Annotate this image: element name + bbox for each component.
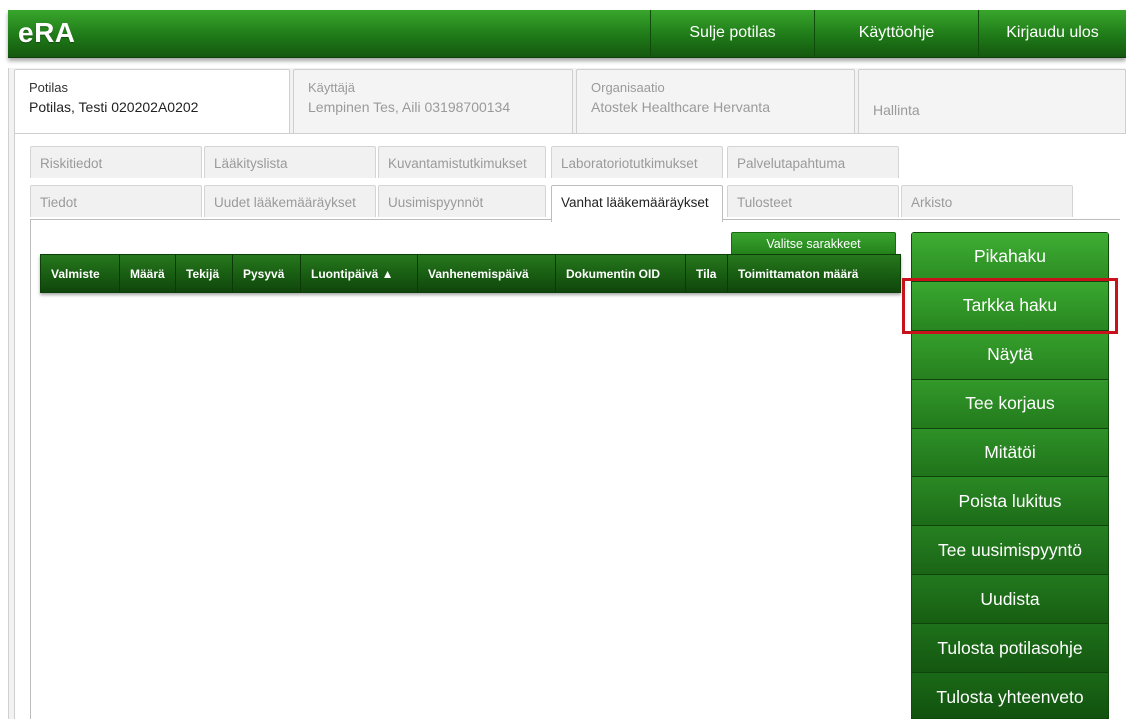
tab-kuvantamistutkimukset[interactable]: Kuvantamistutkimukset <box>378 146 546 178</box>
column-header-valmiste[interactable]: Valmiste <box>41 255 120 292</box>
tab-arkisto[interactable]: Arkisto <box>901 185 1073 217</box>
tab-laboratoriotutkimukset[interactable]: Laboratoriotutkimukset <box>551 146 723 178</box>
context-tab-admin[interactable]: Hallinta <box>858 69 1126 133</box>
tulosta-yhteenveto-button[interactable]: Tulosta yhteenveto <box>912 673 1108 718</box>
tee-uusimispyynto-button[interactable]: Tee uusimispyyntö <box>912 526 1108 576</box>
close-patient-button[interactable]: Sulje potilas <box>650 10 814 56</box>
mitatoi-button[interactable]: Mitätöi <box>912 428 1108 478</box>
tab-riskitiedot[interactable]: Riskitiedot <box>30 146 202 178</box>
tab-tiedot[interactable]: Tiedot <box>30 185 202 217</box>
logout-button[interactable]: Kirjaudu ulos <box>978 10 1126 56</box>
column-header-tila[interactable]: Tila <box>686 255 728 292</box>
pikahaku-button[interactable]: Pikahaku <box>912 233 1108 282</box>
column-header-tekija[interactable]: Tekijä <box>176 255 233 292</box>
context-tab-value: Lempinen Tes, Aili 03198700134 <box>308 99 511 115</box>
context-tab-value: Atostek Healthcare Hervanta <box>591 99 770 115</box>
action-button-panel: Pikahaku Tarkka haku Näytä Tee korjaus M… <box>911 232 1109 719</box>
context-tab-organisation[interactable]: Organisaatio Atostek Healthcare Hervanta <box>576 69 855 133</box>
uudista-button[interactable]: Uudista <box>912 575 1108 625</box>
choose-columns-button[interactable]: Valitse sarakkeet <box>731 232 896 255</box>
column-header-toimittamaton-maara[interactable]: Toimittamaton määrä <box>728 255 900 292</box>
column-header-luontipaiva[interactable]: Luontipäivä ▲ <box>301 255 418 292</box>
prescription-table-header: Valmiste Määrä Tekijä Pysyvä Luontipäivä… <box>40 254 901 293</box>
context-tab-label: Potilas <box>29 80 69 95</box>
column-header-pysyva[interactable]: Pysyvä <box>233 255 301 292</box>
tab-palvelutapahtuma[interactable]: Palvelutapahtuma <box>727 146 899 178</box>
tab-uusimispyynnot[interactable]: Uusimispyynnöt <box>378 185 546 217</box>
column-header-dokumentin-oid[interactable]: Dokumentin OID <box>556 255 686 292</box>
column-header-vanhenemispaiva[interactable]: Vanhenemispäivä <box>418 255 556 292</box>
user-guide-link[interactable]: Käyttöohje <box>814 10 978 56</box>
column-header-maara[interactable]: Määrä <box>120 255 176 292</box>
context-tab-user[interactable]: Käyttäjä Lempinen Tes, Aili 03198700134 <box>293 69 573 133</box>
tab-laakityslista[interactable]: Lääkityslista <box>204 146 376 178</box>
context-tab-label: Käyttäjä <box>308 80 355 95</box>
context-tab-label: Organisaatio <box>591 80 665 95</box>
tab-vanhat-laakemaaraykset[interactable]: Vanhat lääkemääräykset <box>551 185 723 222</box>
top-bar: eRA Sulje potilas Käyttöohje Kirjaudu ul… <box>8 10 1126 58</box>
nayta-button[interactable]: Näytä <box>912 330 1108 380</box>
tarkka-haku-button[interactable]: Tarkka haku <box>912 281 1108 331</box>
tulosta-potilasohje-button[interactable]: Tulosta potilasohje <box>912 624 1108 674</box>
app-logo: eRA <box>18 17 76 48</box>
context-tab-value: Potilas, Testi 020202A0202 <box>29 99 199 115</box>
context-tab-value: Hallinta <box>873 102 920 118</box>
context-tab-patient[interactable]: Potilas Potilas, Testi 020202A0202 <box>14 69 290 134</box>
tee-korjaus-button[interactable]: Tee korjaus <box>912 379 1108 429</box>
tab-tulosteet[interactable]: Tulosteet <box>727 185 899 217</box>
tab-uudet-laakemaaraykset[interactable]: Uudet lääkemääräykset <box>204 185 376 217</box>
poista-lukitus-button[interactable]: Poista lukitus <box>912 477 1108 527</box>
